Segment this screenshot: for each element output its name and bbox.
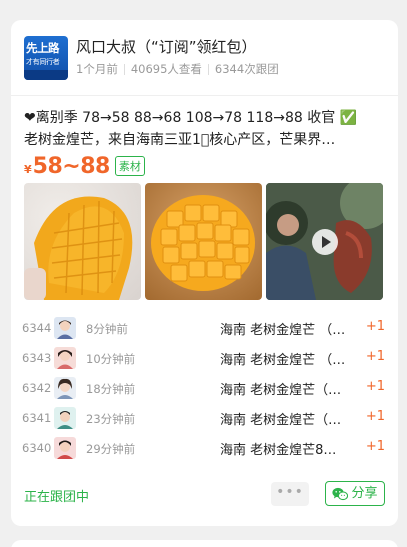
list-item[interactable]: 6343 10分钟前 海南 老树金煌芒 （… +1 [22,344,385,374]
share-label: 分享 [351,486,378,501]
record-product: 海南 老树金煌芒 （… [220,323,346,338]
post-time: 1个月前 [76,62,118,76]
desc-line-1: ❤离别季 78→58 88→68 108→78 118→88 收官 ✅ [24,107,386,129]
price-row: ¥ 58~88 素材 [24,154,145,180]
record-quantity: +1 [365,409,385,424]
post-header: 先上路 才有同行者 风口大叔（“订阅”领红包） 1个月前 40695人查看 63… [24,36,386,86]
record-number: 6344 [22,321,52,335]
avatar [54,347,76,369]
more-button[interactable]: ••• [271,482,309,506]
desc-line-2: 老树金煌芒，来自海南三亚1⃣️核心产区，芒果界… [24,132,336,148]
mango-cubes-image [151,195,255,291]
record-quantity: +1 [365,379,385,394]
record-number: 6343 [22,351,52,365]
avatar [54,317,76,339]
record-number: 6340 [22,441,52,455]
logo-text-main: 先上路 [26,41,60,55]
avatar [54,377,76,399]
list-item[interactable]: 6342 18分钟前 海南 老树金煌芒（… +1 [22,374,385,404]
logo-band [24,70,68,80]
logo-text-sub: 才有同行者 [26,58,60,66]
share-button[interactable]: 分享 [325,481,385,506]
mango-photo-2[interactable] [145,183,262,300]
card-footer: 正在跟团中 ••• 分享 [24,480,385,508]
avatar [54,437,76,459]
record-product: 海南 老树金煌芒（… [220,413,342,428]
meta-divider [207,63,209,75]
record-time: 10分钟前 [86,352,136,366]
author-name[interactable]: 风口大叔（“订阅”领红包） [76,36,257,57]
record-product: 海南 老树金煌芒8… [220,443,337,458]
author-avatar[interactable]: 先上路 才有同行者 [24,36,68,80]
post-follow-count: 6344次跟团 [214,62,279,76]
record-number: 6341 [22,411,52,425]
check-icon: ✅ [339,110,358,126]
record-quantity: +1 [365,349,385,364]
record-time: 23分钟前 [86,412,136,426]
photo-gallery [24,183,383,300]
page-top-background [0,0,407,6]
record-product: 海南 老树金煌芒（… [220,383,342,398]
price-currency: ¥ [24,163,32,176]
list-item[interactable]: 6340 29分钟前 海南 老树金煌芒8… +1 [22,434,385,464]
record-quantity: +1 [365,319,385,334]
wechat-icon [332,487,349,500]
post-meta: 1个月前 40695人查看 6344次跟团 [76,61,279,77]
record-number: 6342 [22,381,52,395]
next-card-edge [11,540,398,547]
avatar [54,407,76,429]
group-buy-card[interactable]: 先上路 才有同行者 风口大叔（“订阅”领红包） 1个月前 40695人查看 63… [11,20,398,526]
list-item[interactable]: 6344 8分钟前 海南 老树金煌芒 （… +1 [22,314,385,344]
follow-records-list: 6344 8分钟前 海南 老树金煌芒 （… +1 6343 10分钟前 海南 老… [22,314,385,464]
record-time: 18分钟前 [86,382,136,396]
record-time: 8分钟前 [86,322,128,336]
record-time: 29分钟前 [86,442,136,456]
group-status: 正在跟团中 [24,490,90,505]
price-range: 58~88 [32,154,111,179]
post-views: 40695人查看 [130,62,202,76]
desc-line-1-text: ❤离别季 78→58 88→68 108→78 118→88 收官 [24,110,340,126]
mango-photo-1[interactable] [24,183,141,300]
mango-video-3[interactable] [266,183,383,300]
header-divider [11,95,398,96]
meta-divider [123,63,125,75]
play-icon[interactable] [312,229,338,255]
post-description[interactable]: ❤离别季 78→58 88→68 108→78 118→88 收官 ✅ 老树金煌… [24,107,386,151]
record-product: 海南 老树金煌芒 （… [220,353,346,368]
record-quantity: +1 [365,439,385,454]
material-tag[interactable]: 素材 [114,156,145,176]
list-item[interactable]: 6341 23分钟前 海南 老树金煌芒（… +1 [22,404,385,434]
mango-cut-image [24,196,133,300]
